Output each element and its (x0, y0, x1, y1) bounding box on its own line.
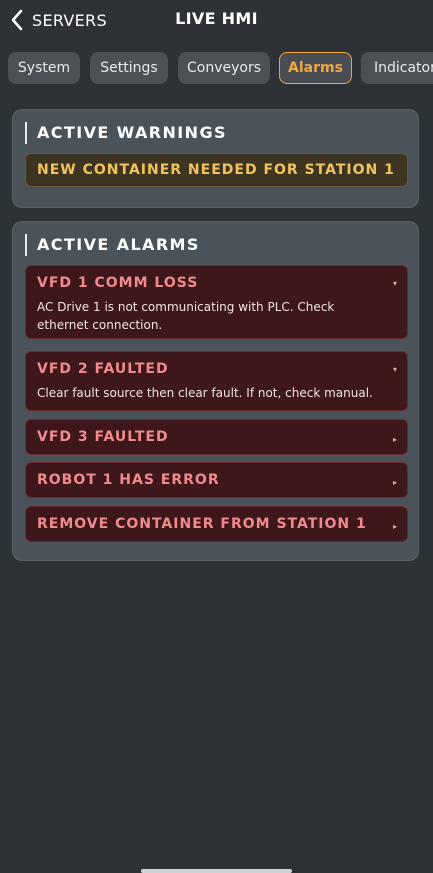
chevron-right-icon: ▸ (392, 522, 397, 531)
tab-alarms[interactable]: Alarms (279, 52, 352, 84)
alarm-item-vfd3-faulted[interactable]: VFD 3 FAULTED ▸ (25, 419, 408, 455)
header: SERVERS LIVE HMI (0, 0, 433, 40)
alarm-description: AC Drive 1 is not communicating with PLC… (37, 300, 335, 332)
active-warnings-title: ACTIVE WARNINGS (25, 122, 227, 144)
alarm-item-vfd2-faulted[interactable]: VFD 2 FAULTED ▾ Clear fault source then … (25, 351, 408, 411)
chevron-right-icon: ▸ (392, 435, 397, 444)
home-indicator (141, 869, 292, 873)
alarm-title: VFD 1 COMM LOSS (37, 275, 199, 291)
active-warnings-panel: ACTIVE WARNINGS NEW CONTAINER NEEDED FOR… (12, 109, 419, 208)
tab-indicators[interactable]: Indicators (361, 52, 433, 84)
alarm-title: ROBOT 1 HAS ERROR (37, 472, 220, 488)
tab-conveyors[interactable]: Conveyors (178, 52, 270, 84)
tab-settings[interactable]: Settings (90, 52, 168, 84)
alarm-title: VFD 3 FAULTED (37, 429, 169, 445)
alarm-title: REMOVE CONTAINER FROM STATION 1 (37, 516, 367, 532)
active-alarms-title: ACTIVE ALARMS (25, 234, 200, 256)
warning-item: NEW CONTAINER NEEDED FOR STATION 1 (25, 153, 408, 187)
chevron-down-icon: ▾ (392, 279, 397, 288)
tab-system[interactable]: System (8, 52, 80, 84)
chevron-down-icon: ▾ (392, 365, 397, 374)
live-hmi-screen: SERVERS LIVE HMI System Settings Conveyo… (0, 0, 433, 873)
alarm-title: VFD 2 FAULTED (37, 361, 169, 377)
alarm-item-robot1-error[interactable]: ROBOT 1 HAS ERROR ▸ (25, 462, 408, 498)
alarm-description: Clear fault source then clear fault. If … (37, 386, 373, 400)
tab-bar: System Settings Conveyors Alarms Indicat… (0, 52, 433, 86)
alarm-item-vfd1-comm-loss[interactable]: VFD 1 COMM LOSS ▾ AC Drive 1 is not comm… (25, 265, 408, 339)
active-alarms-panel: ACTIVE ALARMS VFD 1 COMM LOSS ▾ AC Drive… (12, 221, 419, 561)
alarm-item-remove-container[interactable]: REMOVE CONTAINER FROM STATION 1 ▸ (25, 506, 408, 542)
chevron-right-icon: ▸ (392, 478, 397, 487)
page-title: LIVE HMI (175, 9, 258, 28)
